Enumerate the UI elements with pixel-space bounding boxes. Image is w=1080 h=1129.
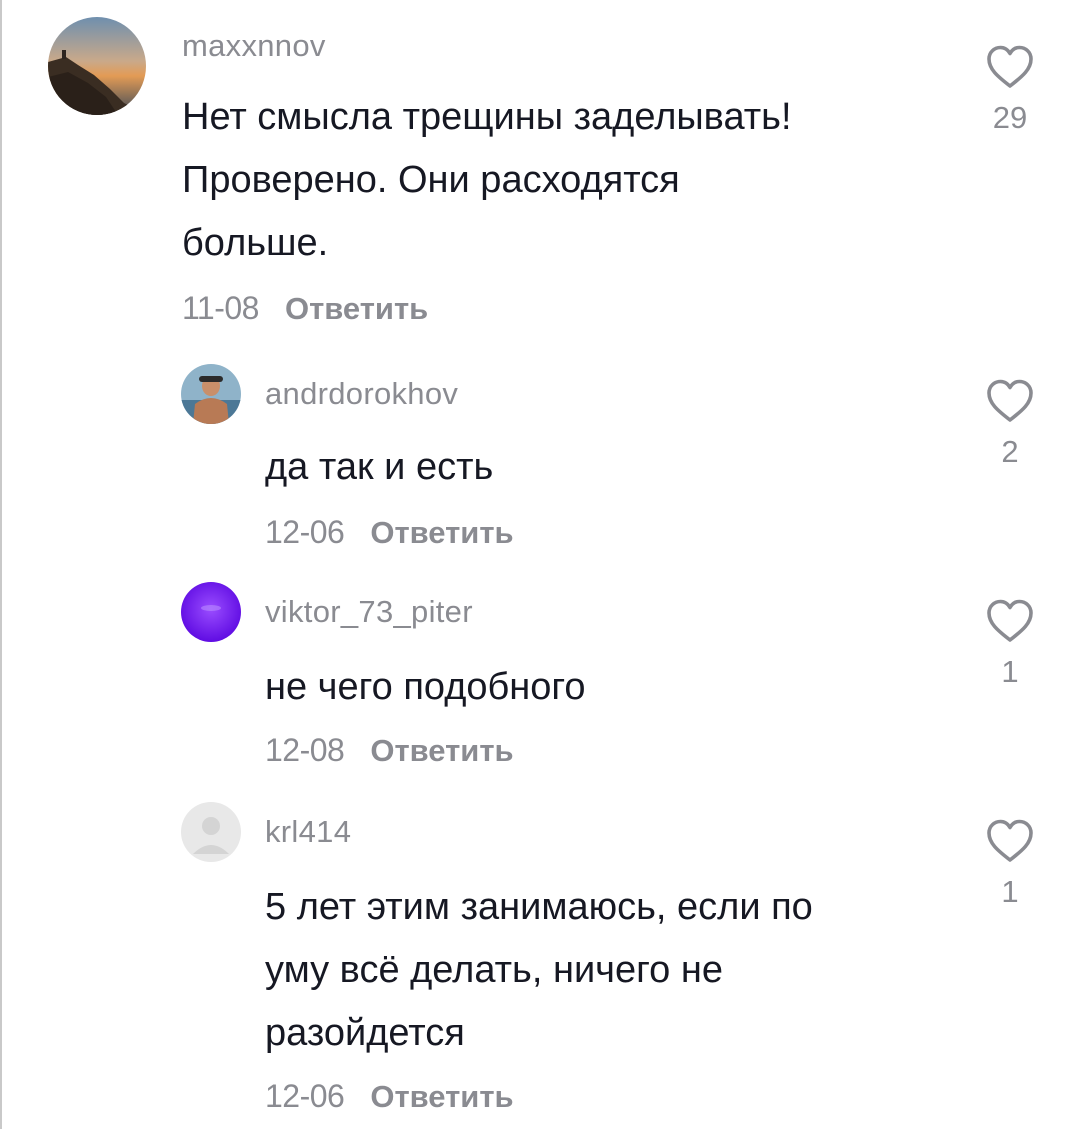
- like-control[interactable]: 2: [978, 378, 1042, 470]
- reply-comment-item: andrdorokhov да так и есть 12-06 Ответит…: [0, 340, 1080, 560]
- comment-username[interactable]: viktor_73_piter: [265, 594, 473, 630]
- comment-date: 12-06: [265, 1078, 345, 1114]
- like-control[interactable]: 1: [978, 818, 1042, 910]
- like-control[interactable]: 1: [978, 598, 1042, 690]
- avatar-sunset-cliff-image: [48, 17, 146, 115]
- reply-button[interactable]: Ответить: [285, 291, 428, 327]
- comment-text: не чего подобного: [265, 666, 586, 708]
- reply-button[interactable]: Ответить: [370, 733, 513, 769]
- reply-comment-item: krl414 5 лет этим занимаюсь, если по уму…: [0, 780, 1080, 1129]
- default-avatar-icon: [181, 802, 241, 862]
- heart-outline-icon[interactable]: [985, 818, 1035, 864]
- like-count: 29: [992, 100, 1028, 135]
- comment-text: да так и есть: [265, 446, 494, 488]
- avatar-photo-image: [181, 364, 241, 424]
- comment-username[interactable]: maxxnnov: [182, 28, 326, 64]
- comment-item: maxxnnov Нет смысла трещины заделывать! …: [0, 0, 1080, 340]
- comment-username[interactable]: andrdorokhov: [265, 376, 458, 412]
- heart-outline-icon[interactable]: [985, 378, 1035, 424]
- avatar[interactable]: [48, 17, 146, 115]
- reply-button[interactable]: Ответить: [370, 1079, 513, 1115]
- comment-text: 5 лет этим занимаюсь, если по уму всё де…: [265, 886, 813, 1054]
- comment-meta: 11-08 Ответить: [182, 290, 428, 327]
- comment-text: Нет смысла трещины заделывать! Проверено…: [182, 96, 792, 264]
- comment-date: 12-08: [265, 732, 345, 768]
- like-count: 1: [1001, 874, 1019, 909]
- comment-date: 12-06: [265, 514, 345, 550]
- avatar[interactable]: [181, 802, 241, 862]
- comment-date: 11-08: [182, 290, 259, 326]
- like-count: 1: [1001, 654, 1019, 689]
- reply-comment-item: viktor_73_piter не чего подобного 12-08 …: [0, 560, 1080, 780]
- comment-meta: 12-06 Ответить: [265, 1078, 514, 1115]
- like-count: 2: [1001, 434, 1019, 469]
- avatar[interactable]: [181, 364, 241, 424]
- heart-outline-icon[interactable]: [985, 44, 1035, 90]
- like-control[interactable]: 29: [978, 44, 1042, 136]
- comment-meta: 12-06 Ответить: [265, 514, 514, 551]
- avatar[interactable]: [181, 582, 241, 642]
- heart-outline-icon[interactable]: [985, 598, 1035, 644]
- comment-meta: 12-08 Ответить: [265, 732, 514, 769]
- reply-button[interactable]: Ответить: [370, 515, 513, 551]
- comment-username[interactable]: krl414: [265, 814, 351, 850]
- avatar-purple-glow-image: [181, 582, 241, 642]
